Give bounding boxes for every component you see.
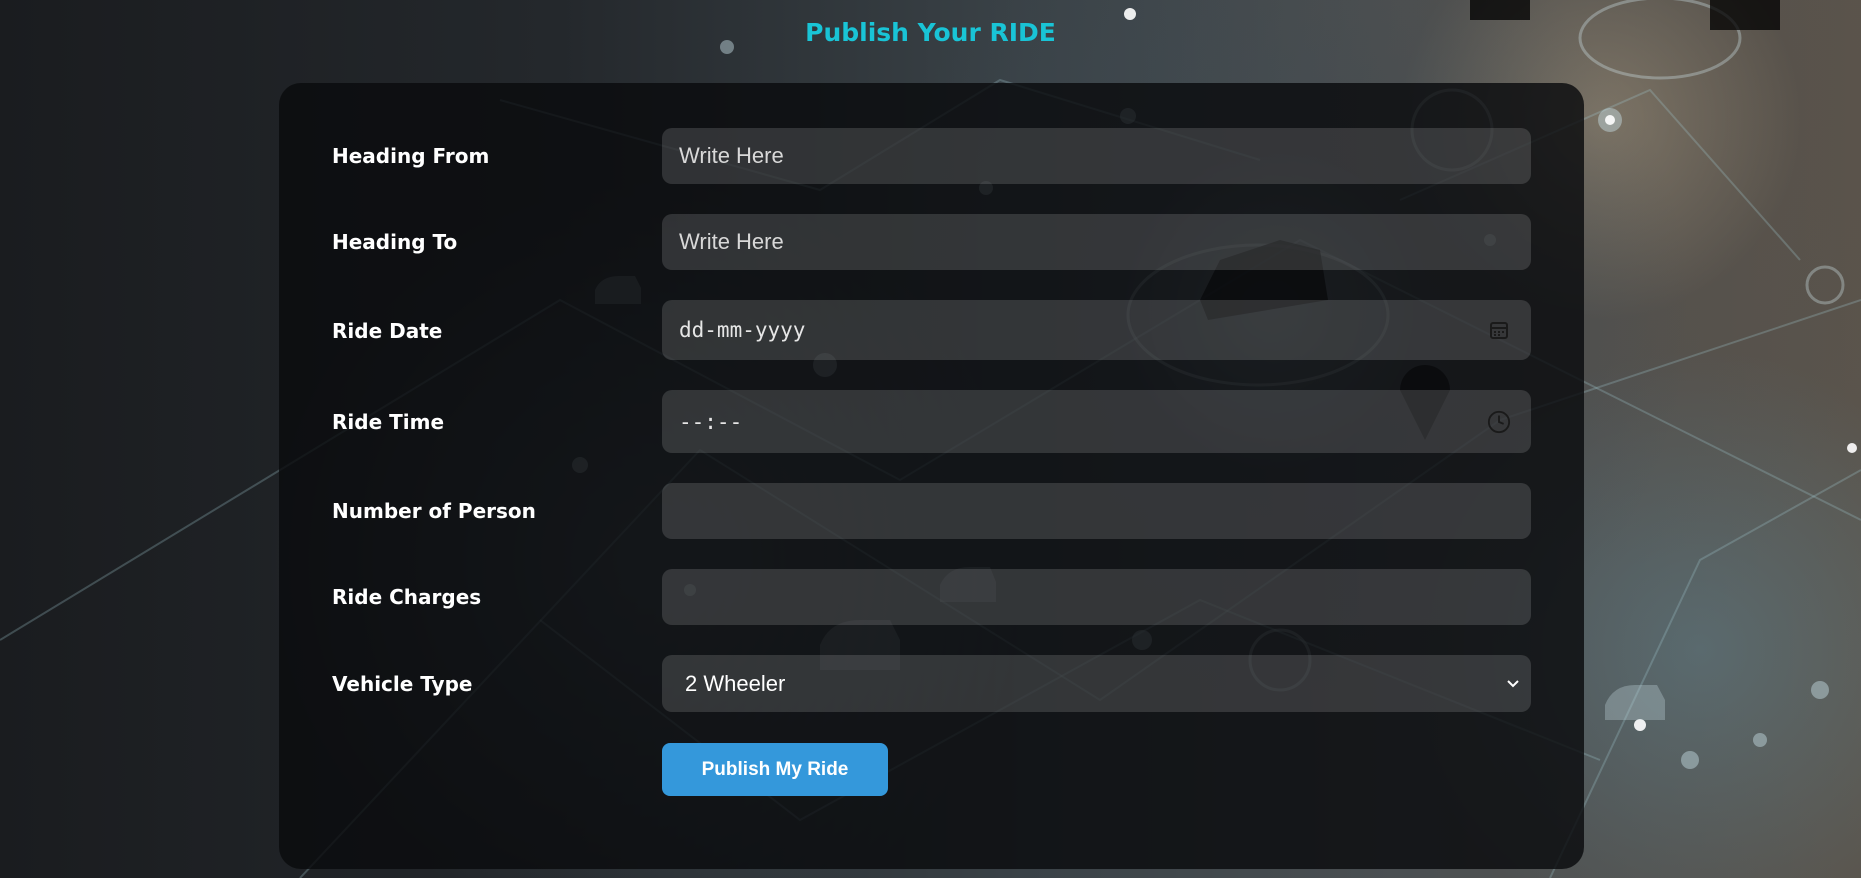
- number-of-person-label: Number of Person: [332, 499, 536, 523]
- ride-charges-row: Ride Charges: [279, 569, 1584, 625]
- heading-to-placeholder: Write Here: [679, 229, 784, 254]
- calendar-icon[interactable]: [1487, 318, 1511, 342]
- vehicle-type-label: Vehicle Type: [332, 672, 473, 696]
- heading-from-input[interactable]: Write Here: [662, 128, 1531, 184]
- chevron-down-icon: [1501, 672, 1525, 696]
- heading-from-row: Heading From Write Here: [279, 128, 1584, 184]
- number-of-person-row: Number of Person: [279, 483, 1584, 539]
- ride-time-placeholder: --:--: [679, 409, 743, 434]
- vehicle-type-row: Vehicle Type 2 Wheeler: [279, 655, 1584, 712]
- heading-from-label: Heading From: [332, 144, 490, 168]
- publish-my-ride-button[interactable]: Publish My Ride: [662, 743, 888, 796]
- clock-icon[interactable]: [1487, 410, 1511, 434]
- heading-to-input[interactable]: Write Here: [662, 214, 1531, 270]
- vehicle-type-select[interactable]: 2 Wheeler: [662, 655, 1531, 712]
- ride-date-row: Ride Date dd-mm-yyyy: [279, 300, 1584, 360]
- ride-charges-label: Ride Charges: [332, 585, 482, 609]
- ride-date-label: Ride Date: [332, 319, 443, 343]
- ride-date-input[interactable]: dd-mm-yyyy: [662, 300, 1531, 360]
- ride-charges-input[interactable]: [662, 569, 1531, 625]
- vehicle-type-selected: 2 Wheeler: [685, 670, 786, 696]
- ride-date-placeholder: dd-mm-yyyy: [679, 318, 806, 342]
- page-title: Publish Your RIDE: [805, 18, 1056, 47]
- publish-ride-form: Heading From Write Here Heading To Write…: [279, 83, 1584, 869]
- heading-to-label: Heading To: [332, 230, 458, 254]
- ride-time-row: Ride Time --:--: [279, 390, 1584, 453]
- number-of-person-input[interactable]: [662, 483, 1531, 539]
- heading-to-row: Heading To Write Here: [279, 214, 1584, 270]
- ride-time-label: Ride Time: [332, 410, 445, 434]
- heading-from-placeholder: Write Here: [679, 143, 784, 168]
- ride-time-input[interactable]: --:--: [662, 390, 1531, 453]
